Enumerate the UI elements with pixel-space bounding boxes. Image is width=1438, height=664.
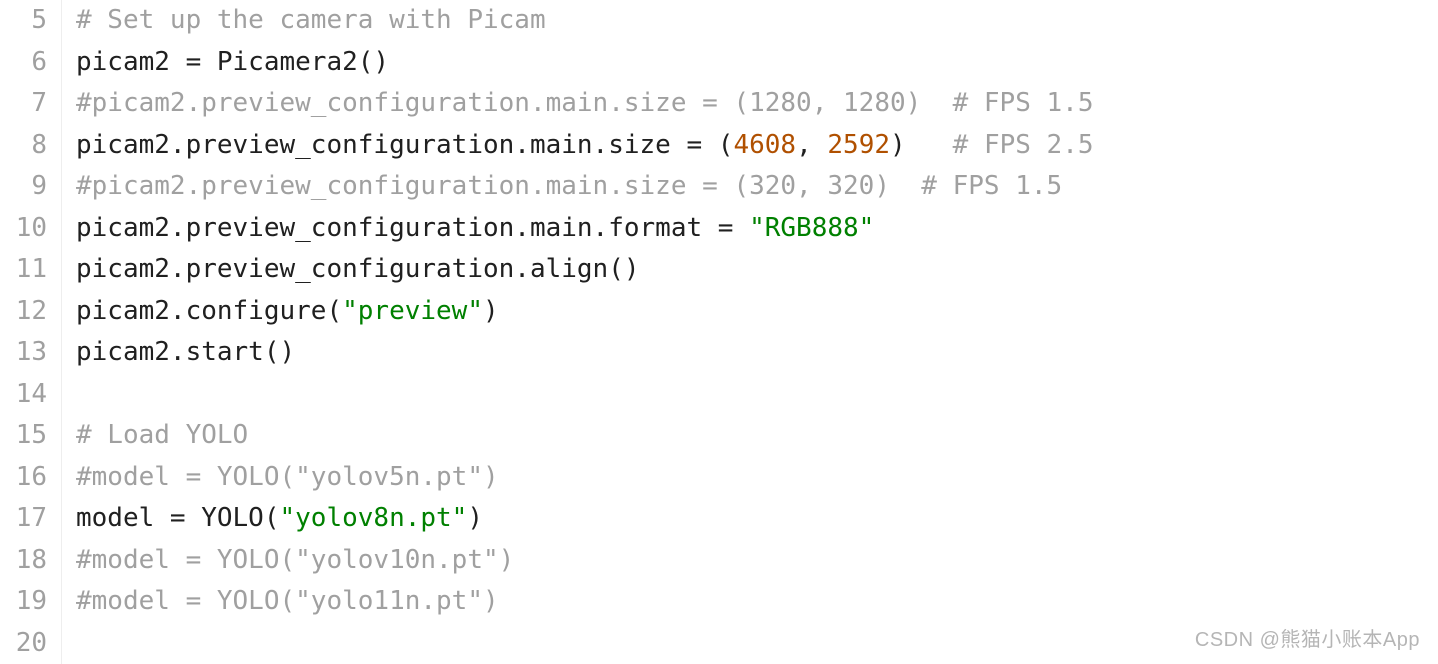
token-plain: ) [467,503,483,533]
line-number-gutter: 567891011121314151617181920 [0,0,62,664]
code-line[interactable]: picam2.start() [76,332,1438,374]
line-number: 17 [0,498,47,540]
line-number: 5 [0,0,47,42]
code-line[interactable]: # Set up the camera with Picam [76,0,1438,42]
token-plain: , [796,130,827,160]
code-line[interactable]: picam2.configure("preview") [76,291,1438,333]
code-line[interactable]: model = YOLO("yolov8n.pt") [76,498,1438,540]
token-plain: model = YOLO( [76,503,280,533]
token-string: "yolov8n.pt" [280,503,468,533]
token-plain: picam2.start() [76,337,295,367]
token-comment: #picam2.preview_configuration.main.size … [76,88,1093,118]
line-number: 8 [0,125,47,167]
token-comment: # Set up the camera with Picam [76,5,546,35]
code-line[interactable]: #picam2.preview_configuration.main.size … [76,83,1438,125]
line-number: 13 [0,332,47,374]
code-line[interactable]: picam2.preview_configuration.main.size =… [76,125,1438,167]
line-number: 9 [0,166,47,208]
line-number: 20 [0,623,47,664]
token-plain: picam2 = Picamera2() [76,47,389,77]
token-comment: #model = YOLO("yolov5n.pt") [76,462,499,492]
token-number: 4608 [733,130,796,160]
code-line[interactable]: #picam2.preview_configuration.main.size … [76,166,1438,208]
code-line[interactable]: #model = YOLO("yolo11n.pt") [76,581,1438,623]
token-comment: #model = YOLO("yolo11n.pt") [76,586,499,616]
token-comment: # Load YOLO [76,420,248,450]
token-plain: ) [890,130,953,160]
code-line[interactable]: picam2.preview_configuration.align() [76,249,1438,291]
token-comment: #picam2.preview_configuration.main.size … [76,171,1062,201]
code-area[interactable]: # Set up the camera with Picam picam2 = P… [62,0,1438,664]
code-line[interactable]: #model = YOLO("yolov5n.pt") [76,457,1438,499]
line-number: 19 [0,581,47,623]
token-comment: # FPS 2.5 [953,130,1094,160]
token-plain: picam2.preview_configuration.align() [76,254,640,284]
line-number: 6 [0,42,47,84]
line-number: 15 [0,415,47,457]
token-comment: #model = YOLO("yolov10n.pt") [76,545,514,575]
token-number: 2592 [827,130,890,160]
line-number: 7 [0,83,47,125]
code-line[interactable]: picam2.preview_configuration.main.format… [76,208,1438,250]
code-line[interactable]: picam2 = Picamera2() [76,42,1438,84]
code-line[interactable]: #model = YOLO("yolov10n.pt") [76,540,1438,582]
token-string: "RGB888" [749,213,874,243]
code-line[interactable]: # Load YOLO [76,415,1438,457]
line-number: 11 [0,249,47,291]
line-number: 12 [0,291,47,333]
line-number: 16 [0,457,47,499]
code-line[interactable] [76,374,1438,416]
token-plain: picam2.preview_configuration.main.size =… [76,130,733,160]
watermark-text: CSDN @熊猫小账本App [1195,624,1420,656]
line-number: 10 [0,208,47,250]
token-plain: ) [483,296,499,326]
line-number: 14 [0,374,47,416]
token-plain: picam2.configure( [76,296,342,326]
line-number: 18 [0,540,47,582]
token-string: "preview" [342,296,483,326]
code-editor[interactable]: 567891011121314151617181920 # Set up the… [0,0,1438,664]
token-plain: picam2.preview_configuration.main.format… [76,213,749,243]
